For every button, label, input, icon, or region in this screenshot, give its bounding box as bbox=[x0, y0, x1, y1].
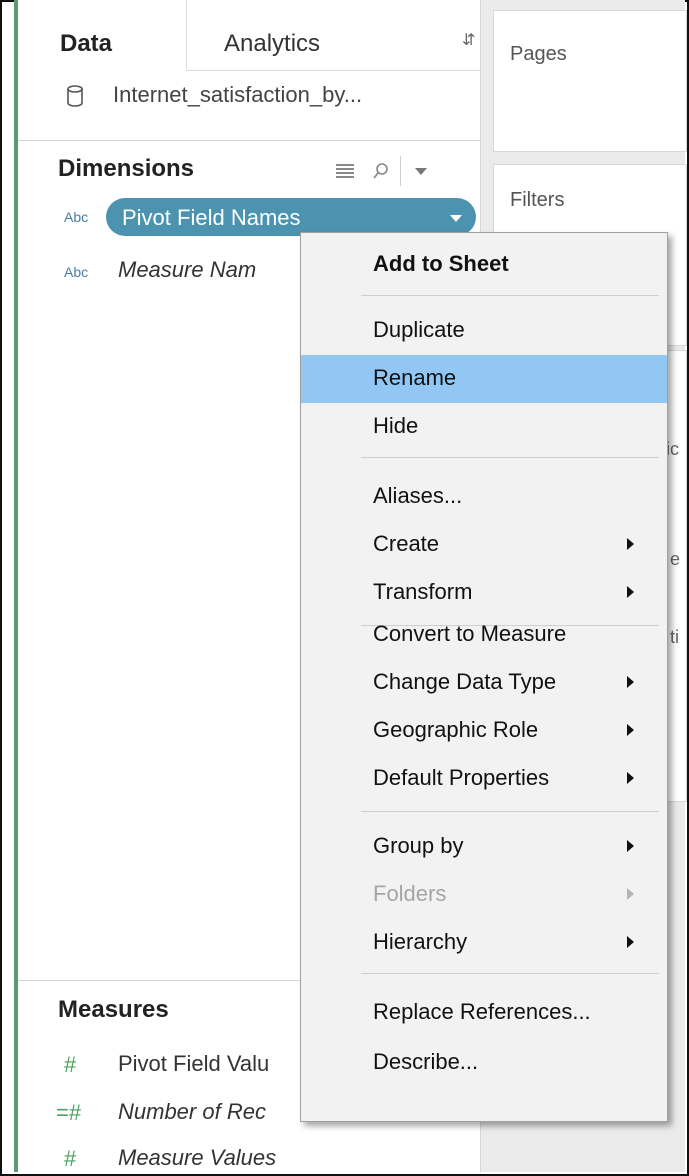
menu-item-describe[interactable]: Describe... bbox=[301, 1039, 667, 1087]
submenu-arrow-icon bbox=[627, 840, 634, 852]
menu-separator bbox=[361, 973, 659, 974]
submenu-arrow-icon bbox=[627, 724, 634, 736]
dimensions-menu-caret-icon[interactable] bbox=[415, 167, 427, 175]
menu-item-aliases[interactable]: Aliases... bbox=[301, 473, 667, 521]
selected-field-pill[interactable]: Pivot Field Names bbox=[106, 198, 476, 236]
datasource-row[interactable]: Internet_satisfaction_by... bbox=[18, 70, 480, 141]
field-context-menu: Add to Sheet Duplicate Rename Hide Alias… bbox=[300, 232, 668, 1122]
menu-item-change-data-type[interactable]: Change Data Type bbox=[301, 659, 667, 707]
pages-shelf-title: Pages bbox=[510, 43, 567, 65]
tab-analytics[interactable]: Analytics bbox=[224, 30, 320, 58]
menu-item-geographic-role[interactable]: Geographic Role bbox=[301, 707, 667, 755]
menu-item-create[interactable]: Create bbox=[301, 521, 667, 569]
menu-item-default-properties[interactable]: Default Properties bbox=[301, 755, 667, 803]
dimensions-toolbar bbox=[336, 156, 427, 186]
field-name-pivot-field-values[interactable]: Pivot Field Valu bbox=[118, 1051, 269, 1077]
menu-item-folders: Folders bbox=[301, 871, 667, 919]
submenu-arrow-icon bbox=[627, 936, 634, 948]
submenu-arrow-icon bbox=[627, 538, 634, 550]
marks-stub-text: ti bbox=[670, 627, 679, 647]
string-type-icon: Abc bbox=[64, 209, 89, 225]
search-icon[interactable] bbox=[372, 162, 390, 180]
data-pane-tabs: Data Analytics ⇵ bbox=[18, 0, 480, 71]
menu-separator bbox=[361, 811, 659, 812]
sort-arrows-icon[interactable]: ⇵ bbox=[462, 30, 475, 50]
string-type-icon: Abc bbox=[64, 264, 89, 280]
datasource-name: Internet_satisfaction_by... bbox=[113, 82, 363, 107]
field-name-pivot-field-names: Pivot Field Names bbox=[122, 205, 301, 230]
menu-item-duplicate[interactable]: Duplicate bbox=[301, 307, 667, 355]
submenu-arrow-icon bbox=[627, 772, 634, 784]
marks-stub-text: e bbox=[670, 549, 681, 569]
toolbar-separator bbox=[400, 156, 401, 186]
field-name-measure-values[interactable]: Measure Values bbox=[118, 1145, 276, 1171]
menu-separator bbox=[361, 295, 659, 296]
menu-item-transform[interactable]: Transform bbox=[301, 569, 667, 617]
measures-header: Measures bbox=[58, 996, 169, 1023]
field-name-measure-names[interactable]: Measure Nam bbox=[118, 257, 256, 283]
calculated-number-icon: =# bbox=[56, 1100, 82, 1125]
menu-item-hide[interactable]: Hide bbox=[301, 403, 667, 451]
menu-item-rename[interactable]: Rename bbox=[301, 355, 667, 403]
menu-item-convert-to-measure[interactable]: Convert to Measure bbox=[301, 611, 667, 659]
field-name-number-of-records[interactable]: Number of Rec bbox=[118, 1099, 266, 1125]
number-type-icon: # bbox=[64, 1052, 77, 1077]
pages-shelf[interactable]: Pages bbox=[493, 10, 687, 152]
menu-item-add-to-sheet[interactable]: Add to Sheet bbox=[301, 241, 667, 289]
menu-item-group-by[interactable]: Group by bbox=[301, 823, 667, 871]
submenu-arrow-icon bbox=[627, 586, 634, 598]
tab-divider bbox=[186, 0, 187, 70]
view-list-icon[interactable] bbox=[336, 164, 354, 178]
tab-data[interactable]: Data bbox=[60, 30, 112, 58]
submenu-arrow-icon bbox=[627, 888, 634, 900]
pill-dropdown-icon[interactable] bbox=[450, 215, 462, 222]
submenu-arrow-icon bbox=[627, 676, 634, 688]
menu-item-replace-references[interactable]: Replace References... bbox=[301, 989, 667, 1037]
filters-shelf-title: Filters bbox=[510, 189, 565, 211]
menu-item-hierarchy[interactable]: Hierarchy bbox=[301, 919, 667, 967]
menu-separator bbox=[361, 457, 659, 458]
dimensions-header: Dimensions bbox=[58, 155, 195, 182]
number-type-icon: # bbox=[64, 1146, 77, 1171]
database-icon bbox=[67, 85, 83, 107]
